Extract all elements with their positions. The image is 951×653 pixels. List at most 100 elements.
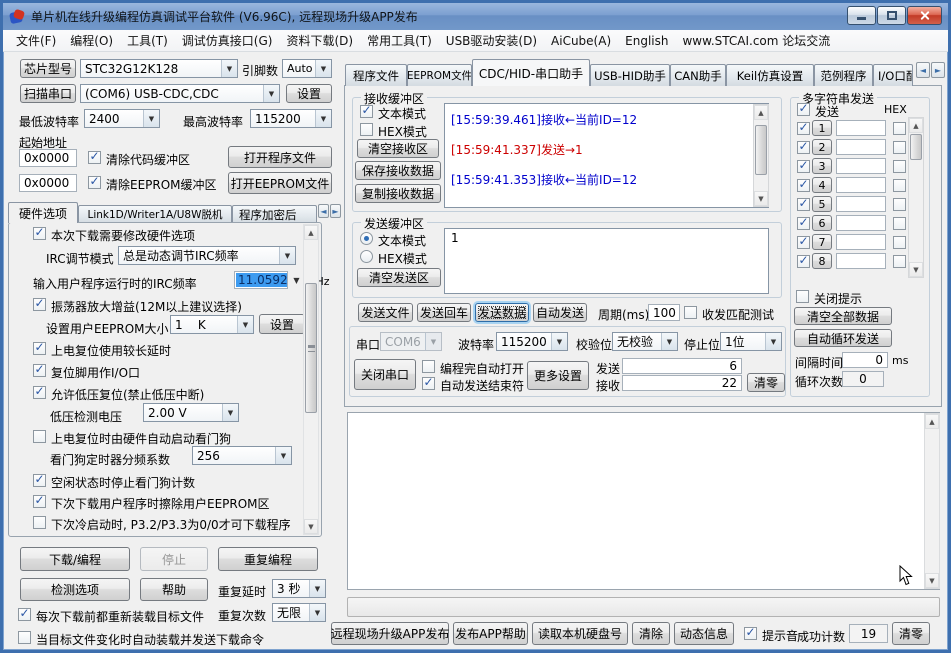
clear-all-data-button[interactable]: 清空全部数据 xyxy=(794,307,892,325)
multi-scroll-thumb[interactable] xyxy=(910,134,922,160)
multi-row-2-hex[interactable] xyxy=(893,141,906,154)
clear-code-checkbox-row[interactable]: 清除代码缓冲区 xyxy=(88,151,190,168)
multi-send-6-button[interactable]: 6 xyxy=(812,215,832,231)
period-input[interactable]: 100 xyxy=(648,304,680,321)
tab-keil-sim[interactable]: Keil仿真设置 xyxy=(726,64,814,86)
menu-item-file[interactable]: 文件(F) xyxy=(9,30,63,51)
repeat-program-button[interactable]: 重复编程 xyxy=(218,547,318,571)
scroll-down-icon[interactable]: ▼ xyxy=(304,519,318,534)
auto-send-button[interactable]: 自动发送 xyxy=(533,303,587,322)
multi-string-input[interactable] xyxy=(836,139,886,155)
autoload-checkbox[interactable] xyxy=(18,631,31,644)
chip-model-select[interactable]: STC32G12K128▼ xyxy=(80,59,238,78)
multi-enable-checkbox[interactable] xyxy=(797,122,810,135)
tab-cdc-hid-serial[interactable]: CDC/HID-串口助手 xyxy=(472,59,590,86)
interval-input[interactable]: 0 xyxy=(842,352,888,368)
multi-string-input[interactable] xyxy=(836,120,886,136)
auto-open-checkbox[interactable] xyxy=(422,360,435,373)
repeat-count-select[interactable]: 无限▼ xyxy=(272,603,326,622)
multi-row-7-hex[interactable] xyxy=(893,236,906,249)
multi-hex-checkbox[interactable] xyxy=(893,122,906,135)
modify-hw-checkbox[interactable] xyxy=(33,227,46,240)
multi-row-4-hex[interactable] xyxy=(893,179,906,192)
multi-enable-checkbox[interactable] xyxy=(797,255,810,268)
idle-wdt-checkbox[interactable] xyxy=(33,474,46,487)
multi-send-1-button[interactable]: 1 xyxy=(812,120,832,136)
tab-can[interactable]: CAN助手 xyxy=(670,64,726,86)
multi-string-scrollbar[interactable]: ▲ ▼ xyxy=(908,117,924,278)
auto-eol-row[interactable]: 自动发送结束符 xyxy=(422,377,524,394)
multi-hex-checkbox[interactable] xyxy=(893,255,906,268)
menu-item-english[interactable]: English xyxy=(618,32,675,50)
send-hex-mode-row[interactable]: HEX模式 xyxy=(360,250,427,267)
scroll-up-icon[interactable]: ▲ xyxy=(909,118,923,133)
stop-bit-select[interactable]: 1位▼ xyxy=(720,332,782,351)
multi-string-input[interactable] xyxy=(836,158,886,174)
dynamic-info-button[interactable]: 动态信息 xyxy=(674,622,734,645)
read-hdd-id-button[interactable]: 读取本机硬盘号 xyxy=(532,622,628,645)
save-receive-button[interactable]: 保存接收数据 xyxy=(355,161,441,180)
lvd-select[interactable]: 2.00 V▼ xyxy=(143,403,239,422)
match-test-row[interactable]: 收发匹配测试 xyxy=(684,306,774,323)
menu-item-tools[interactable]: 工具(T) xyxy=(120,30,175,51)
auto-loop-send-button[interactable]: 自动循环发送 xyxy=(794,329,892,347)
reset-io-checkbox-row[interactable]: 复位脚用作I/O口 xyxy=(33,364,140,381)
receive-hex-mode-row[interactable]: HEX模式 xyxy=(360,123,427,140)
eeprom-size-select[interactable]: 1 K▼ xyxy=(170,315,254,334)
remote-upgrade-publish-button[interactable]: 远程现场升级APP发布 xyxy=(331,622,449,645)
parity-select[interactable]: 无校验▼ xyxy=(612,332,678,351)
help-button[interactable]: 帮助 xyxy=(140,578,208,601)
send-text-mode-radio[interactable] xyxy=(360,232,373,245)
menu-item-common-tools[interactable]: 常用工具(T) xyxy=(360,30,439,51)
send-text-mode-row[interactable]: 文本模式 xyxy=(360,232,426,249)
scroll-down-icon[interactable]: ▼ xyxy=(909,262,923,277)
multi-send-8-button[interactable]: 8 xyxy=(812,253,832,269)
multi-hex-checkbox[interactable] xyxy=(893,141,906,154)
multi-enable-checkbox[interactable] xyxy=(797,160,810,173)
multi-row-3-hex[interactable] xyxy=(893,160,906,173)
auto-eol-checkbox[interactable] xyxy=(422,377,435,390)
maximize-button[interactable] xyxy=(877,6,906,25)
pins-select[interactable]: Auto▼ xyxy=(282,59,332,78)
receive-text-mode-checkbox[interactable] xyxy=(360,105,373,118)
match-test-checkbox[interactable] xyxy=(684,306,697,319)
modify-hw-checkbox-row[interactable]: 本次下载需要修改硬件选项 xyxy=(33,227,195,244)
multi-row-3-check[interactable] xyxy=(797,160,810,173)
tab-io-config[interactable]: I/O口配置 xyxy=(873,64,913,86)
close-tip-checkbox[interactable] xyxy=(796,290,809,303)
idle-wdt-checkbox-row[interactable]: 空闲状态时停止看门狗计数 xyxy=(33,474,195,491)
multi-row-8-hex[interactable] xyxy=(893,255,906,268)
serial-port-select[interactable]: (COM6) USB-CDC,CDC▼ xyxy=(80,84,280,103)
reset-success-count-button[interactable]: 清零 xyxy=(892,622,930,645)
open-program-file-button[interactable]: 打开程序文件 xyxy=(228,146,332,168)
multi-row-2-check[interactable] xyxy=(797,141,810,154)
multi-hex-checkbox[interactable] xyxy=(893,160,906,173)
osc-gain-checkbox[interactable] xyxy=(33,298,46,311)
send-data-button[interactable]: 发送数据 xyxy=(475,303,529,322)
scroll-down-icon[interactable]: ▼ xyxy=(754,191,768,206)
hw-wdt-checkbox-row[interactable]: 上电复位时由硬件自动启动看门狗 xyxy=(33,430,231,447)
max-baud-select[interactable]: 115200▼ xyxy=(250,109,332,128)
close-tip-row[interactable]: 关闭提示 xyxy=(796,290,862,307)
multi-row-5-hex[interactable] xyxy=(893,198,906,211)
clear-counts-button[interactable]: 清零 xyxy=(747,373,785,392)
multi-string-input[interactable] xyxy=(836,196,886,212)
send-textarea[interactable]: 1 xyxy=(444,228,769,294)
repeat-delay-select[interactable]: 3 秒▼ xyxy=(272,579,326,598)
menu-item-program[interactable]: 编程(O) xyxy=(63,30,120,51)
multi-row-4-check[interactable] xyxy=(797,179,810,192)
menu-item-website[interactable]: www.STCAI.com 论坛交流 xyxy=(675,30,837,51)
clear-log-button[interactable]: 清除 xyxy=(632,622,670,645)
open-eeprom-file-button[interactable]: 打开EEPROM文件 xyxy=(228,172,332,194)
multi-hex-checkbox[interactable] xyxy=(893,236,906,249)
multi-string-input[interactable] xyxy=(836,177,886,193)
receive-scroll-thumb[interactable] xyxy=(755,125,767,175)
multi-enable-checkbox[interactable] xyxy=(797,217,810,230)
tab-scroll-left-icon[interactable]: ◄ xyxy=(916,62,930,78)
multi-row-8-check[interactable] xyxy=(797,255,810,268)
beep-row[interactable]: 提示音 xyxy=(744,627,798,644)
clear-eeprom-checkbox[interactable] xyxy=(88,176,101,189)
multi-hex-checkbox[interactable] xyxy=(893,179,906,192)
multi-string-input[interactable] xyxy=(836,215,886,231)
log-scrollbar[interactable]: ▲ ▼ xyxy=(924,413,940,589)
